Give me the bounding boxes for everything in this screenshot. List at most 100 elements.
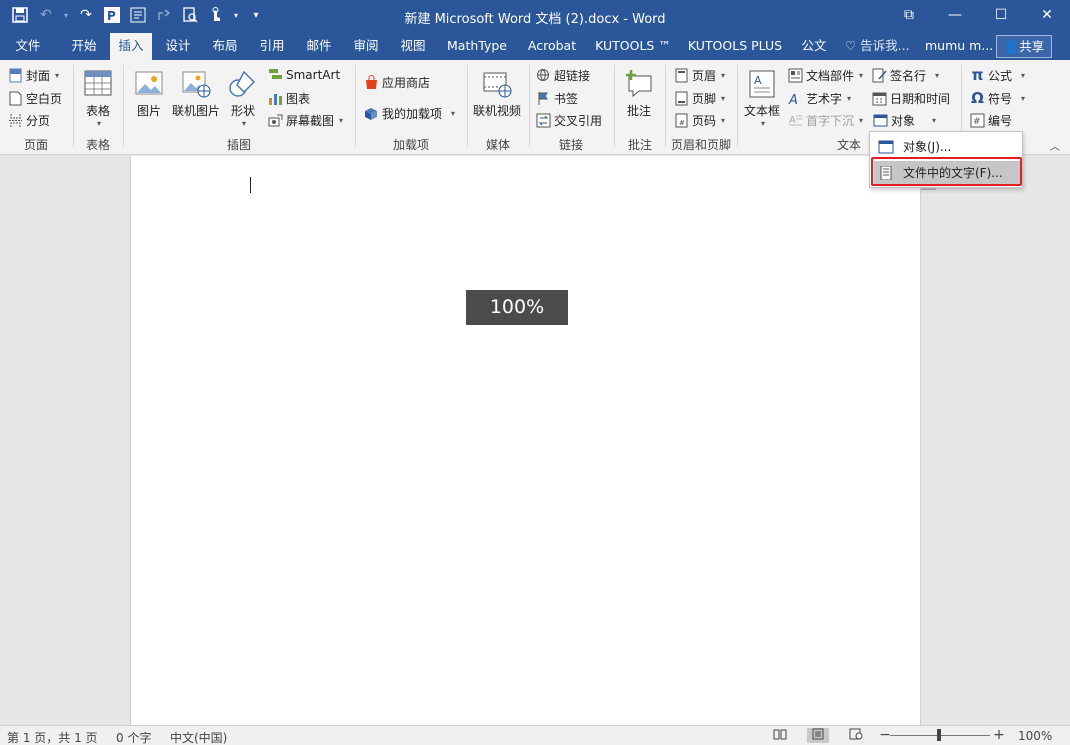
blank-page-icon bbox=[8, 91, 23, 106]
tab-view[interactable]: 视图 bbox=[391, 33, 435, 60]
svg-text:A: A bbox=[788, 93, 798, 106]
page-number-icon: # bbox=[674, 113, 689, 128]
share-button[interactable]: 👤共享 bbox=[996, 35, 1052, 58]
screenshot-button[interactable]: 屏幕截图 ▾ bbox=[268, 112, 343, 129]
date-time-button[interactable]: 日期和时间 bbox=[872, 90, 950, 107]
bookmark-icon bbox=[536, 91, 551, 106]
my-addins-button[interactable]: 我的加载项 ▾ bbox=[364, 105, 455, 122]
user-account[interactable]: mumu m... bbox=[925, 33, 993, 60]
zoom-in-button[interactable]: + bbox=[990, 728, 1008, 743]
online-video-button[interactable]: 联机视频 bbox=[472, 68, 522, 119]
page-number-label: 页码 bbox=[692, 114, 717, 128]
tab-mailings[interactable]: 邮件 bbox=[297, 33, 341, 60]
cover-page-button[interactable]: 封面 ▾ bbox=[8, 67, 59, 84]
person-icon: 👤 bbox=[1003, 39, 1020, 54]
my-addins-icon bbox=[364, 106, 379, 121]
share-label: 共享 bbox=[1019, 39, 1045, 54]
word-count[interactable]: 0 个字 bbox=[116, 729, 151, 745]
picture-button[interactable]: 图片 bbox=[132, 68, 166, 119]
tab-references[interactable]: 引用 bbox=[250, 33, 294, 60]
table-label: 表格 bbox=[85, 104, 110, 118]
menu-item-object[interactable]: 对象(J)... bbox=[874, 135, 1020, 158]
group-divider bbox=[467, 65, 468, 147]
window-controls: ⧉ — ☐ ✕ bbox=[886, 0, 1070, 30]
online-picture-button[interactable]: 联机图片 bbox=[170, 68, 222, 119]
language-indicator[interactable]: 中文(中国) bbox=[170, 729, 227, 745]
web-layout-icon[interactable] bbox=[847, 728, 865, 743]
shapes-button[interactable]: 形状 ▾ bbox=[226, 68, 260, 128]
date-time-label: 日期和时间 bbox=[890, 92, 951, 106]
chevron-down-icon: ▾ bbox=[935, 71, 940, 80]
svg-text:#: # bbox=[973, 117, 981, 127]
object-button[interactable]: 对象 ▾ bbox=[873, 112, 936, 129]
tab-mathtype[interactable]: MathType bbox=[440, 33, 514, 60]
online-video-icon bbox=[483, 72, 512, 98]
footer-button[interactable]: 页脚 ▾ bbox=[674, 90, 725, 107]
online-video-label: 联机视频 bbox=[472, 104, 521, 118]
number-button[interactable]: # 编号 bbox=[970, 112, 1012, 129]
tab-home[interactable]: 开始 bbox=[60, 33, 108, 60]
page-number-button[interactable]: # 页码 ▾ bbox=[674, 112, 725, 129]
table-button[interactable]: 表格 ▾ bbox=[80, 68, 116, 128]
symbol-label: 符号 bbox=[988, 92, 1013, 106]
close-button[interactable]: ✕ bbox=[1024, 0, 1070, 30]
shapes-label: 形状 bbox=[230, 104, 255, 118]
zoom-percentage[interactable]: 100% bbox=[1018, 729, 1052, 743]
chevron-down-icon: ▾ bbox=[721, 94, 726, 103]
page-break-label: 分页 bbox=[26, 114, 51, 128]
page-break-button[interactable]: 分页 bbox=[8, 112, 50, 129]
signature-line-label: 签名行 bbox=[890, 69, 927, 83]
tab-layout[interactable]: 布局 bbox=[203, 33, 247, 60]
tab-insert[interactable]: 插入 bbox=[110, 33, 152, 60]
tab-review[interactable]: 审阅 bbox=[344, 33, 388, 60]
smartart-button[interactable]: SmartArt bbox=[268, 67, 340, 82]
group-divider bbox=[614, 65, 615, 147]
tab-kutools[interactable]: KUTOOLS ™ bbox=[590, 33, 676, 60]
hyperlink-button[interactable]: 超链接 bbox=[536, 67, 590, 84]
group-divider bbox=[73, 65, 74, 147]
text-box-button[interactable]: A 文本框 ▾ bbox=[742, 68, 782, 128]
bookmark-button[interactable]: 书签 bbox=[536, 90, 578, 107]
store-button[interactable]: 应用商店 bbox=[364, 74, 430, 91]
print-layout-icon[interactable] bbox=[807, 728, 829, 743]
tell-me-search[interactable]: ♡ 告诉我... bbox=[845, 33, 910, 60]
text-box-label: 文本框 bbox=[743, 104, 780, 118]
chart-button[interactable]: 图表 bbox=[268, 90, 310, 107]
blank-page-button[interactable]: 空白页 bbox=[8, 90, 62, 107]
minimize-button[interactable]: — bbox=[932, 0, 978, 30]
tab-kutools-plus[interactable]: KUTOOLS PLUS bbox=[682, 33, 788, 60]
chevron-down-icon: ▾ bbox=[1021, 94, 1026, 103]
cross-reference-button[interactable]: 交叉引用 bbox=[536, 112, 602, 129]
document-parts-button[interactable]: 文档部件 ▾ bbox=[788, 67, 863, 84]
group-divider bbox=[123, 65, 124, 147]
cover-page-icon bbox=[8, 68, 23, 83]
equation-button[interactable]: π 公式 ▾ bbox=[970, 67, 1025, 84]
zoom-slider-thumb[interactable] bbox=[937, 729, 941, 741]
document-page[interactable]: 100% bbox=[130, 156, 921, 726]
maximize-button[interactable]: ☐ bbox=[978, 0, 1024, 30]
comment-button[interactable]: 批注 bbox=[622, 68, 656, 119]
tab-acrobat[interactable]: Acrobat bbox=[520, 33, 584, 60]
page-count[interactable]: 第 1 页，共 1 页 bbox=[7, 729, 98, 745]
wordart-button[interactable]: A 艺术字 ▾ bbox=[788, 90, 851, 108]
svg-text:#: # bbox=[679, 119, 685, 127]
svg-text:A: A bbox=[789, 115, 796, 126]
wordart-icon: A bbox=[788, 91, 803, 108]
header-button[interactable]: 页眉 ▾ bbox=[674, 67, 725, 84]
chevron-down-icon: ▾ bbox=[96, 119, 101, 128]
ribbon-display-options-icon[interactable]: ⧉ bbox=[886, 0, 932, 30]
text-cursor bbox=[250, 177, 251, 193]
tab-design[interactable]: 设计 bbox=[156, 33, 200, 60]
header-icon bbox=[674, 68, 689, 83]
chart-icon bbox=[268, 91, 283, 106]
collapse-ribbon-icon[interactable]: ︿ bbox=[1050, 138, 1060, 153]
tab-file[interactable]: 文件 bbox=[2, 33, 54, 60]
svg-text:A: A bbox=[754, 74, 762, 87]
object-icon bbox=[878, 140, 894, 154]
signature-line-button[interactable]: 签名行 ▾ bbox=[872, 67, 939, 84]
screenshot-label: 屏幕截图 bbox=[286, 114, 335, 128]
smartart-label: SmartArt bbox=[286, 67, 341, 82]
read-mode-icon[interactable] bbox=[771, 728, 789, 743]
symbol-button[interactable]: Ω 符号 ▾ bbox=[970, 90, 1025, 107]
tab-gongwen[interactable]: 公文 bbox=[794, 33, 834, 60]
